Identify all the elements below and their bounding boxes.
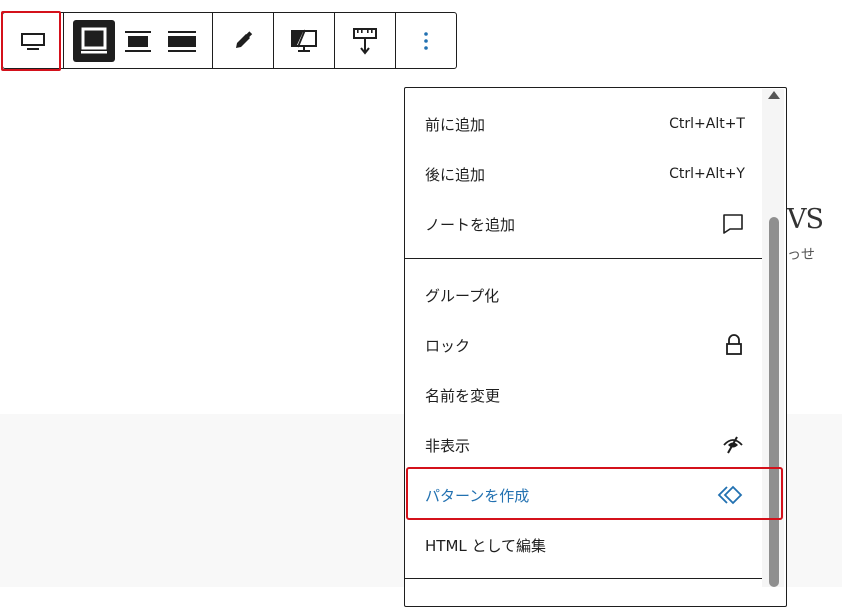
menu-separator [405,578,767,579]
menu-separator [405,258,767,259]
scrollbar-thumb[interactable] [769,217,779,587]
toolbar-group-options [396,13,456,68]
menu-item-shortcut: Ctrl+Alt+T [669,116,745,132]
menu-item-group[interactable]: グループ化 [405,270,765,320]
comment-icon [723,214,743,234]
background-heading-fragment: VS [787,204,824,235]
more-vertical-icon [424,31,428,50]
menu-item-label: 後に追加 [425,165,486,184]
align-none-icon [73,19,115,62]
toolbar-group-align [64,13,213,68]
menu-item-rename[interactable]: 名前を変更 [405,370,765,420]
overlay-icon [291,29,317,52]
toggle-overlay-button[interactable] [274,13,334,68]
menu-item-edit-as-html[interactable]: HTML として編集 [405,520,765,570]
align-full-button[interactable] [160,13,204,68]
align-none-button[interactable] [72,13,116,68]
hidden-eye-icon [723,436,743,454]
block-toolbar [2,12,457,69]
menu-item-lock[interactable]: ロック [405,320,765,370]
pencil-icon [236,30,253,48]
align-wide-button[interactable] [116,13,160,68]
toolbar-group-block [3,13,64,68]
menu-item-label: 名前を変更 [425,386,501,405]
menu-item-label: パターンを作成 [425,486,530,505]
edit-button[interactable] [213,13,273,68]
menu-item-hide[interactable]: 非表示 [405,420,765,470]
menu-item-insert-after[interactable]: 後に追加 Ctrl+Alt+Y [405,149,765,199]
pattern-icon [717,485,743,505]
background-subtext-fragment: っせ [787,247,815,263]
menu-item-label: ノートを追加 [425,215,516,234]
menu-item-add-note[interactable]: ノートを追加 [405,199,765,249]
menu-item-label: 前に追加 [425,115,486,134]
block-cover-icon [21,32,45,50]
menu-item-label: ロック [425,336,471,355]
menu-item-create-pattern[interactable]: パターンを作成 [405,470,765,520]
scroll-up-arrow-icon[interactable] [768,91,780,99]
block-type-button[interactable] [3,13,63,68]
block-options-menu: 前に追加 Ctrl+Alt+T 後に追加 Ctrl+Alt+Y ノートを追加 グ… [404,87,787,607]
menu-item-insert-before[interactable]: 前に追加 Ctrl+Alt+T [405,99,765,149]
toolbar-group-height [335,13,396,68]
menu-item-shortcut: Ctrl+Alt+Y [669,166,745,182]
align-full-icon [168,30,196,52]
menu-item-label: グループ化 [425,286,500,305]
height-icon [353,27,377,55]
align-wide-icon [125,30,151,52]
menu-item-label: HTML として編集 [425,536,547,555]
toolbar-group-edit [213,13,274,68]
toolbar-group-overlay [274,13,335,68]
height-button[interactable] [335,13,395,68]
options-button[interactable] [396,13,456,68]
lock-icon [726,334,742,355]
menu-item-label: 非表示 [425,436,471,455]
